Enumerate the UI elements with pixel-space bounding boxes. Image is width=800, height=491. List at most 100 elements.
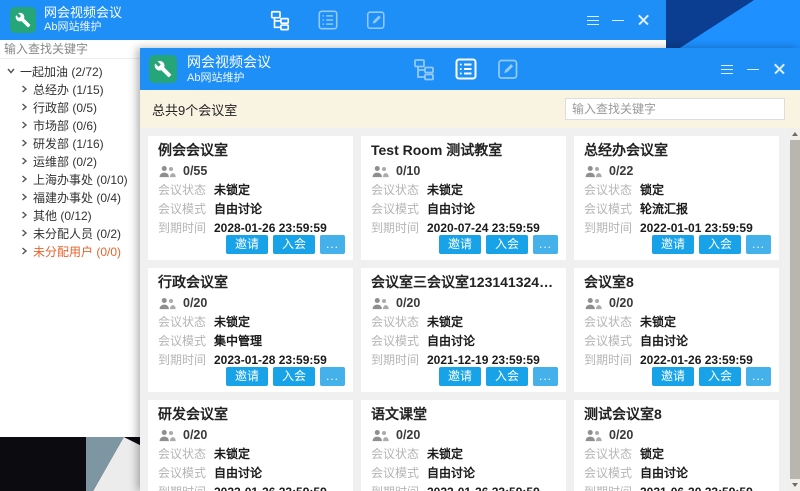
tree-item[interactable]: 未分配用户 (0/0) [0, 242, 140, 260]
tree-item-label: 总经办 (1/15) [33, 81, 104, 98]
org-tree: 一起加油 (2/72)总经办 (1/15)行政部 (0/5)市场部 (0/6)研… [0, 59, 140, 260]
org-chart-icon[interactable] [412, 57, 436, 81]
expiry-value: 2022-01-01 23:59:59 [640, 221, 753, 235]
participants-icon [584, 165, 603, 178]
tree-item-label: 行政部 (0/5) [33, 99, 97, 116]
room-list-area: 例会会议室 0/55 会议状态未锁定 会议模式自由讨论 到期时间2028-01-… [140, 128, 800, 491]
participant-count: 0/20 [396, 296, 420, 310]
menu-icon[interactable] [586, 13, 600, 27]
participant-count: 0/55 [183, 164, 207, 178]
mode-label: 会议模式 [371, 466, 427, 480]
status-value: 未锁定 [427, 183, 463, 197]
tree-item[interactable]: 研发部 (1/16) [0, 134, 140, 152]
status-value: 锁定 [640, 447, 664, 461]
invite-button[interactable]: 邀请 [652, 367, 694, 386]
chevron-right-icon[interactable] [19, 156, 29, 166]
room-grid: 例会会议室 0/55 会议状态未锁定 会议模式自由讨论 到期时间2028-01-… [140, 128, 790, 491]
mode-label: 会议模式 [371, 202, 427, 216]
more-button[interactable]: ... [746, 235, 771, 254]
participant-count: 0/20 [396, 428, 420, 442]
chevron-right-icon[interactable] [19, 228, 29, 238]
tree-item[interactable]: 总经办 (1/15) [0, 80, 140, 98]
tree-item[interactable]: 市场部 (0/6) [0, 116, 140, 134]
mode-value: 自由讨论 [640, 334, 688, 348]
more-button[interactable]: ... [746, 367, 771, 386]
room-name: 测试会议室8 [584, 406, 769, 423]
expiry-label: 到期时间 [371, 353, 427, 367]
mode-label: 会议模式 [371, 334, 427, 348]
edit-compose-icon[interactable] [365, 9, 387, 31]
invite-button[interactable]: 邀请 [652, 235, 694, 254]
participants-icon [158, 297, 177, 310]
participants-icon [371, 165, 390, 178]
tree-item[interactable]: 运维部 (0/2) [0, 152, 140, 170]
more-button[interactable]: ... [320, 367, 345, 386]
participant-count: 0/20 [609, 428, 633, 442]
meeting-room-card: 测试会议室8 0/20 会议状态锁定 会议模式自由讨论 到期时间2021-06-… [574, 400, 779, 491]
back-window-titles: 网会视频会议 Ab网站维护 [44, 5, 122, 35]
join-button[interactable]: 入会 [486, 235, 528, 254]
status-label: 会议状态 [584, 447, 640, 461]
chevron-right-icon[interactable] [19, 102, 29, 112]
meeting-list-icon-active[interactable] [454, 57, 478, 81]
tree-item-label: 其他 (0/12) [33, 207, 92, 224]
join-button[interactable]: 入会 [699, 367, 741, 386]
status-label: 会议状态 [584, 315, 640, 329]
chevron-right-icon[interactable] [19, 120, 29, 130]
minimize-icon[interactable] [611, 13, 625, 27]
tree-item[interactable]: 未分配人员 (0/2) [0, 224, 140, 242]
meeting-list-icon[interactable] [317, 9, 339, 31]
close-icon[interactable] [636, 13, 650, 27]
invite-button[interactable]: 邀请 [226, 235, 268, 254]
invite-button[interactable]: 邀请 [439, 235, 481, 254]
status-value: 未锁定 [214, 447, 250, 461]
tree-item-label: 未分配人员 (0/2) [33, 225, 121, 242]
status-label: 会议状态 [158, 447, 214, 461]
tree-item[interactable]: 上海办事处 (0/10) [0, 170, 140, 188]
meeting-room-card: 语文课堂 0/20 会议状态未锁定 会议模式自由讨论 到期时间2022-01-2… [361, 400, 566, 491]
tree-item[interactable]: 行政部 (0/5) [0, 98, 140, 116]
tree-item[interactable]: 其他 (0/12) [0, 206, 140, 224]
chevron-right-icon[interactable] [19, 84, 29, 94]
edit-compose-icon[interactable] [496, 57, 520, 81]
meeting-room-card: 行政会议室 0/20 会议状态未锁定 会议模式集中管理 到期时间2023-01-… [148, 268, 353, 392]
tree-item[interactable]: 福建办事处 (0/4) [0, 188, 140, 206]
join-button[interactable]: 入会 [699, 235, 741, 254]
join-button[interactable]: 入会 [273, 235, 315, 254]
chevron-right-icon[interactable] [19, 174, 29, 184]
menu-icon[interactable] [720, 62, 734, 76]
chevron-right-icon[interactable] [19, 210, 29, 220]
tree-item-label: 上海办事处 (0/10) [33, 171, 128, 188]
room-name: 总经办会议室 [584, 142, 769, 159]
chevron-right-icon[interactable] [19, 138, 29, 148]
more-button[interactable]: ... [533, 367, 558, 386]
status-value: 未锁定 [427, 315, 463, 329]
participant-count: 0/10 [396, 164, 420, 178]
status-label: 会议状态 [584, 183, 640, 197]
tree-item[interactable]: 一起加油 (2/72) [0, 62, 140, 80]
chevron-down-icon[interactable] [6, 66, 16, 76]
invite-button[interactable]: 邀请 [439, 367, 481, 386]
scrollbar[interactable] [790, 128, 800, 491]
more-button[interactable]: ... [533, 235, 558, 254]
scroll-up-icon[interactable] [790, 128, 800, 140]
room-search-input[interactable] [565, 98, 785, 120]
sidebar-search-input[interactable] [0, 40, 140, 59]
status-value: 锁定 [640, 183, 664, 197]
more-button[interactable]: ... [320, 235, 345, 254]
chevron-right-icon[interactable] [19, 246, 29, 256]
scroll-down-icon[interactable] [790, 479, 800, 491]
join-button[interactable]: 入会 [486, 367, 528, 386]
scrollbar-thumb[interactable] [790, 140, 800, 479]
status-value: 未锁定 [214, 183, 250, 197]
chevron-right-icon[interactable] [19, 192, 29, 202]
close-icon[interactable] [772, 62, 786, 76]
room-name: 例会会议室 [158, 142, 343, 159]
room-name: 行政会议室 [158, 274, 343, 291]
invite-button[interactable]: 邀请 [226, 367, 268, 386]
status-label: 会议状态 [371, 315, 427, 329]
join-button[interactable]: 入会 [273, 367, 315, 386]
wallpaper-bottom-left [0, 437, 140, 491]
minimize-icon[interactable] [746, 62, 760, 76]
org-chart-icon[interactable] [269, 9, 291, 31]
